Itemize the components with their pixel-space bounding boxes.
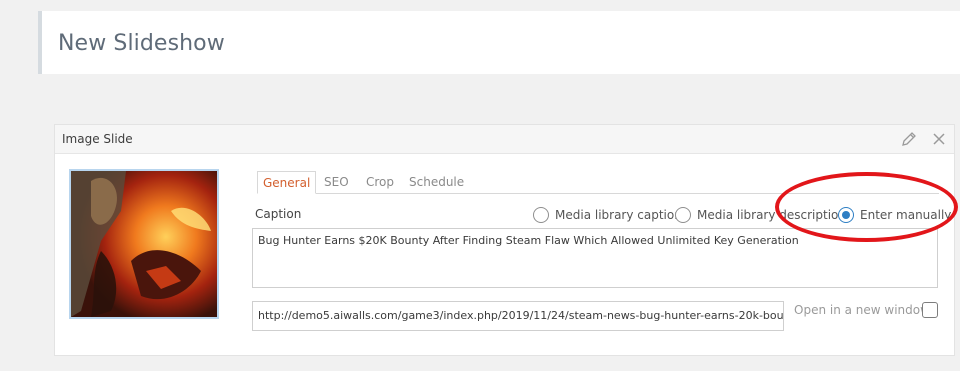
tab-seo[interactable]: SEO: [324, 171, 349, 193]
slide-thumbnail[interactable]: [69, 169, 219, 319]
radio-button[interactable]: [838, 207, 854, 223]
open-new-window-label: Open in a new window: [794, 303, 930, 317]
tab-general[interactable]: General: [257, 171, 317, 194]
tab-crop[interactable]: Crop: [366, 171, 394, 193]
radio-button[interactable]: [533, 207, 549, 223]
radio-label: Media library caption: [555, 208, 682, 222]
radio-label: Media library description: [697, 208, 846, 222]
radio-label: Enter manually: [860, 208, 952, 222]
slide-image: [71, 171, 217, 317]
pencil-icon[interactable]: [900, 130, 918, 148]
close-icon[interactable]: [930, 130, 948, 148]
panel-header: Image Slide: [55, 125, 954, 154]
link-url-input[interactable]: http://demo5.aiwalls.com/game3/index.php…: [252, 301, 784, 331]
open-new-window-checkbox[interactable]: [922, 302, 938, 318]
tab-schedule[interactable]: Schedule: [409, 171, 464, 193]
caption-input[interactable]: [252, 228, 938, 288]
caption-label: Caption: [255, 207, 302, 221]
page-header: New Slideshow: [38, 11, 960, 74]
panel-title: Image Slide: [62, 132, 133, 146]
radio-button[interactable]: [675, 207, 691, 223]
image-slide-panel: Image Slide General SEO Crop Schedule Ca…: [54, 124, 955, 356]
page-title: New Slideshow: [58, 31, 225, 56]
slide-tabs: General SEO Crop Schedule: [257, 171, 939, 194]
